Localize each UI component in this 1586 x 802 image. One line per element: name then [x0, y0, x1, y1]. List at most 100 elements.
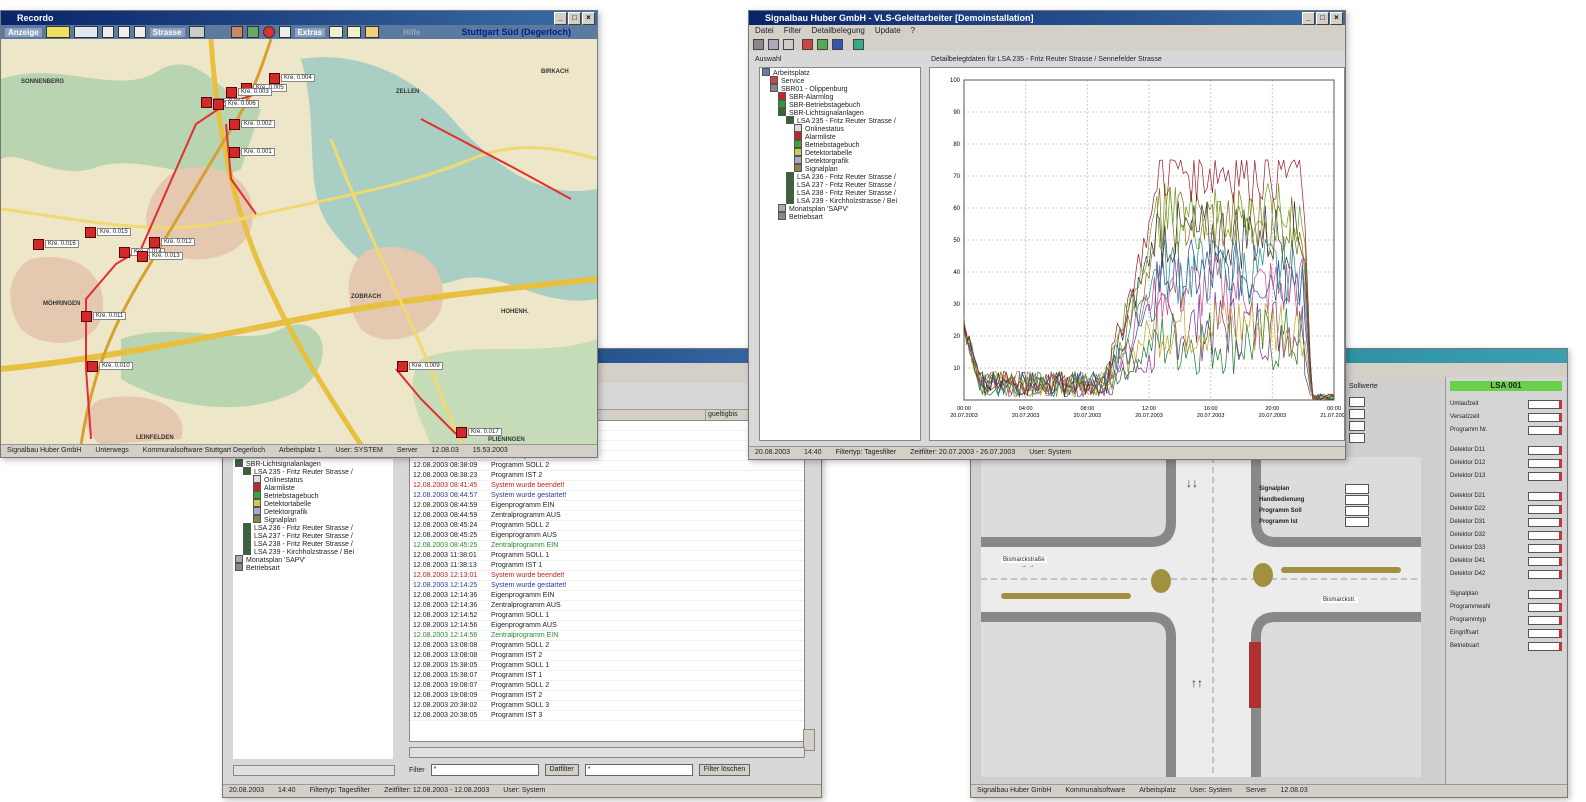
lsa-field-value[interactable]	[1528, 491, 1562, 501]
chart-titlebar[interactable]: Signalbau Huber GmbH - VLS-Geleitarbeite…	[749, 11, 1345, 25]
filter-select[interactable]: *	[430, 764, 539, 776]
tree-item[interactable]: LSA 236 - Fritz Reuter Strasse /	[233, 523, 393, 532]
tree-item[interactable]: Monatsplan 'SAPV'	[760, 204, 920, 213]
tree-item[interactable]: Signalplan	[760, 164, 920, 173]
tree-item[interactable]: Onlinestatus	[233, 475, 393, 484]
map-menu-1[interactable]: Strasse	[149, 27, 185, 37]
signal-marker[interactable]	[137, 251, 148, 262]
table-row[interactable]: 12.08.2003 20:38:05 Programm IST 3	[410, 711, 804, 721]
tools-icon[interactable]	[365, 26, 380, 38]
refresh-icon[interactable]	[802, 38, 813, 50]
tree-item[interactable]: Betriebsart	[233, 563, 393, 572]
filter-icon[interactable]	[817, 38, 828, 50]
map-titlebar[interactable]: Recordo _ □ ×	[1, 11, 597, 25]
lsa-field-value[interactable]	[1528, 569, 1562, 579]
close-icon[interactable]: ×	[582, 12, 595, 25]
maximize-icon[interactable]: □	[1316, 12, 1329, 25]
signal-marker[interactable]	[81, 311, 92, 322]
signal-marker[interactable]	[269, 73, 280, 84]
tree-item[interactable]: LSA 235 - Fritz Reuter Strasse /	[233, 467, 393, 476]
signal-marker[interactable]	[149, 237, 160, 248]
layer-icon[interactable]	[188, 26, 205, 38]
map-menu-3[interactable]: Hilfe	[403, 28, 420, 37]
chart-icon[interactable]	[832, 38, 843, 50]
maximize-icon[interactable]: □	[568, 12, 581, 25]
tree-item[interactable]: LSA 238 - Fritz Reuter Strasse /	[760, 188, 920, 197]
signal-value[interactable]	[1345, 483, 1369, 494]
lsa-field-value[interactable]	[1528, 589, 1562, 599]
signal-marker[interactable]	[226, 87, 237, 98]
tree-item[interactable]: Detektorgrafik	[760, 156, 920, 165]
signal-marker[interactable]	[201, 97, 212, 108]
table-row[interactable]: 12.08.2003 08:45:24 Programm SOLL 2	[410, 521, 804, 531]
signal-marker[interactable]	[456, 427, 467, 438]
signal-marker[interactable]	[397, 361, 408, 372]
signal-marker[interactable]	[33, 239, 44, 250]
chart-tree[interactable]: Arbeitsplatz Service SBR01 - Olippenburg SB…	[759, 67, 921, 441]
lsa-field-value[interactable]	[1528, 458, 1562, 468]
delete-filter-button[interactable]: Filter löschen	[698, 764, 751, 776]
user2-icon[interactable]	[246, 26, 259, 38]
signal-value[interactable]	[1345, 505, 1369, 516]
log-hscroll[interactable]	[409, 747, 805, 758]
info-icon[interactable]	[117, 26, 130, 38]
tree-item[interactable]: LSA 235 - Fritz Reuter Strasse /	[760, 116, 920, 125]
tree-item[interactable]: SBR-Alarmlog	[760, 92, 920, 101]
tree-hscroll[interactable]	[233, 765, 395, 776]
tree-item[interactable]: Monatsplan 'SAPV'	[233, 555, 393, 564]
lsa-field-value[interactable]	[1528, 641, 1562, 651]
signal-value[interactable]	[1345, 516, 1369, 527]
window-icon[interactable]	[329, 26, 344, 38]
tree-item[interactable]: Detektortabelle	[760, 148, 920, 157]
log-tree[interactable]: SBR-Lichtsignalanlagen LSA 235 - Fritz Re…	[233, 459, 393, 759]
table-row[interactable]: 12.08.2003 08:44:57 System wurde gestarte…	[410, 491, 804, 501]
table-row[interactable]: 12.08.2003 15:38:07 Programm IST 1	[410, 671, 804, 681]
tree-item[interactable]: SBR-Betriebstagebuch	[760, 100, 920, 109]
lsa-field-value[interactable]	[1528, 412, 1562, 422]
table-row[interactable]: 12.08.2003 19:08:09 Programm IST 2	[410, 691, 804, 701]
tree-item[interactable]: Detektortabelle	[233, 499, 393, 508]
signal-marker[interactable]	[85, 227, 96, 238]
lsa-field-value[interactable]	[1528, 517, 1562, 527]
signal-marker[interactable]	[119, 247, 130, 258]
date-filter-button[interactable]: Datfilter	[544, 764, 579, 776]
tree-item[interactable]: LSA 239 - Kirchholzstrasse / Bei	[233, 547, 393, 556]
filter-select-2[interactable]: *	[584, 764, 693, 776]
menu-item[interactable]: ?	[911, 25, 915, 37]
lsa-field-value[interactable]	[1528, 504, 1562, 514]
table-row[interactable]: 12.08.2003 12:14:36 Zentralprogramm AUS	[410, 601, 804, 611]
table-row[interactable]: 12.08.2003 15:38:05 Programm SOLL 1	[410, 661, 804, 671]
tree-item[interactable]: Alarmliste	[233, 483, 393, 492]
tree-item[interactable]: SBR01 - Olippenburg	[760, 84, 920, 93]
window2-icon[interactable]	[347, 26, 362, 38]
table-row[interactable]: 12.08.2003 08:45:25 Zentralprogramm EIN	[410, 541, 804, 551]
map-menu-2[interactable]: Extras	[294, 27, 326, 37]
grid-icon[interactable]	[45, 26, 70, 38]
tree-item[interactable]: Arbeitsplatz	[760, 68, 920, 77]
table-row[interactable]: 12.08.2003 12:14:25 System wurde gestarte…	[410, 581, 804, 591]
map-canvas[interactable]: Kre. 0.007Kre. 0.005Kre. 0.004Kre. 0.003…	[1, 39, 597, 445]
table-row[interactable]: 12.08.2003 08:45:25 Eigenprogramm AUS	[410, 531, 804, 541]
tree-item[interactable]: Betriebsart	[760, 212, 920, 221]
tree-item[interactable]: LSA 237 - Fritz Reuter Strasse /	[233, 531, 393, 540]
signal-marker[interactable]	[229, 147, 240, 158]
minimize-icon[interactable]: _	[554, 12, 567, 25]
table-row[interactable]: 12.08.2003 08:44:59 Eigenprogramm EIN	[410, 501, 804, 511]
tree-item[interactable]: LSA 237 - Fritz Reuter Strasse /	[760, 180, 920, 189]
signal-marker[interactable]	[229, 119, 240, 130]
table-row[interactable]: 12.08.2003 20:38:02 Programm SOLL 3	[410, 701, 804, 711]
print-preview-icon[interactable]	[783, 38, 794, 50]
table-row[interactable]: 12.08.2003 12:14:52 Programm SOLL 1	[410, 611, 804, 621]
route-icon[interactable]	[73, 26, 98, 38]
table-row[interactable]: 12.08.2003 08:44:59 Zentralprogramm AUS	[410, 511, 804, 521]
table-row[interactable]: 12.08.2003 08:38:23 Programm IST 2	[410, 471, 804, 481]
stop-icon[interactable]	[262, 26, 275, 38]
tree-item[interactable]: SBR-Lichtsignalanlagen	[760, 108, 920, 117]
tree-item[interactable]: SBR-Lichtsignalanlagen	[233, 459, 393, 468]
tree-item[interactable]: Onlinestatus	[760, 124, 920, 133]
tree-item[interactable]: Alarmliste	[760, 132, 920, 141]
user-icon[interactable]	[230, 26, 243, 38]
table-row[interactable]: 12.08.2003 08:38:09 Programm SOLL 2	[410, 461, 804, 471]
table-row[interactable]: 12.08.2003 19:08:07 Programm SOLL 2	[410, 681, 804, 691]
menu-item[interactable]: Update	[875, 25, 901, 37]
